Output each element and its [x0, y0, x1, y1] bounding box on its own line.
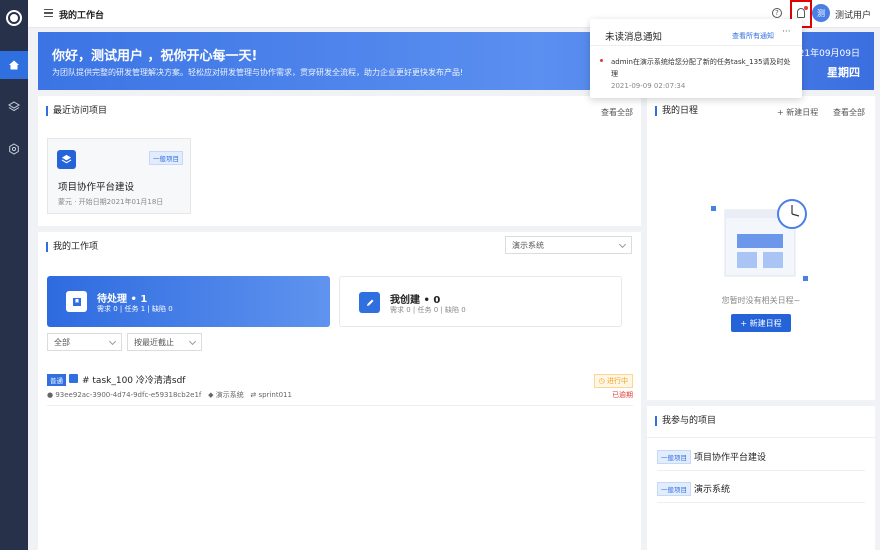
settings-icon[interactable]	[0, 135, 28, 163]
list-item[interactable]: 一般项目 演示系统	[657, 473, 865, 503]
project-layers-icon	[57, 150, 76, 169]
schedule-empty-text: 您暂时没有相关日程~	[721, 296, 801, 305]
view-all-notifications-link[interactable]: 查看所有通知	[732, 31, 774, 41]
joined-project-name: 演示系统	[694, 485, 731, 495]
divider	[647, 437, 875, 438]
schedule-view-all-link[interactable]: 查看全部	[833, 107, 865, 118]
empty-calendar-illustration	[711, 199, 808, 281]
notification-popover: 未读消息通知 查看所有通知 ··· admin在演示系统给您分配了新的任务tas…	[590, 19, 802, 98]
project-type-tag: 一般项目	[657, 450, 691, 464]
work-items-title: 我的工作项	[46, 242, 98, 252]
task-name[interactable]: # task_100 冷冷清清sdf	[82, 373, 185, 386]
unread-dot	[804, 6, 808, 10]
edit-icon	[359, 292, 380, 313]
divider	[590, 45, 802, 46]
notification-time: 2021-09-09 02:07:34	[611, 82, 686, 90]
project-card[interactable]: 一般项目 项目协作平台建设 蒙元 · 开始日期2021年01月18日	[47, 138, 191, 214]
recent-projects-card: 最近访问项目 查看全部 一般项目 项目协作平台建设 蒙元 · 开始日期2021年…	[38, 96, 641, 226]
joined-project-name: 项目协作平台建设	[694, 453, 767, 463]
project-icon: ◆	[208, 391, 214, 399]
status-filter[interactable]: 全部	[47, 333, 122, 351]
joined-projects-card: 我参与的项目 一般项目 项目协作平台建设 一般项目 演示系统	[647, 406, 875, 550]
home-icon[interactable]	[0, 51, 28, 79]
help-icon[interactable]: ?	[772, 8, 782, 18]
more-icon[interactable]: ···	[782, 27, 791, 37]
task-project: 演示系统	[215, 391, 244, 399]
greeting: 你好，测试用户 ，祝你开心每一天!	[52, 49, 258, 64]
list-item[interactable]: 一般项目 项目协作平台建设	[657, 441, 865, 471]
work-items-card: 我的工作项 演示系统 待处理 • 1 需求 0 | 任务 1 | 缺陷 0 我创…	[38, 232, 641, 550]
recent-projects-title: 最近访问项目	[46, 106, 107, 116]
project-type-tag: 一般项目	[657, 482, 691, 496]
project-select[interactable]: 演示系统	[505, 236, 632, 254]
status-label: 进行中	[607, 377, 628, 385]
todo-summary[interactable]: 待处理 • 1 需求 0 | 任务 1 | 缺陷 0	[47, 276, 330, 327]
priority-badge: 普通	[47, 374, 66, 386]
sprint-icon: ⇄	[250, 391, 257, 399]
layers-icon[interactable]	[0, 93, 28, 121]
todo-icon	[66, 291, 87, 312]
project-name: 项目协作平台建设	[58, 182, 135, 193]
joined-projects-title: 我参与的项目	[655, 416, 716, 426]
task-id: 93ee92ac-3900-4d74-9dfc-e59318cb2e1f	[55, 391, 202, 399]
task-meta: ● 93ee92ac-3900-4d74-9dfc-e59318cb2e1f ◆…	[47, 390, 292, 400]
new-schedule-button[interactable]: + 新建日程	[731, 314, 791, 332]
task-sprint: sprint011	[258, 391, 292, 399]
notification-message[interactable]: admin在演示系统给您分配了新的任务task_135请及时处理	[611, 56, 791, 80]
schedule-title: 我的日程	[655, 106, 698, 116]
menu-icon[interactable]	[44, 9, 53, 17]
unread-dot	[600, 59, 603, 62]
status-badge: ◷ 进行中	[593, 374, 633, 388]
created-summary[interactable]: 我创建 • 0 需求 0 | 任务 0 | 缺陷 0	[339, 276, 622, 327]
banner-weekday: 星期四	[827, 66, 860, 79]
avatar[interactable]: 测	[812, 4, 830, 22]
created-title: 我创建 • 0	[390, 295, 441, 306]
notification-title: 未读消息通知	[605, 32, 663, 43]
page-title: 我的工作台	[59, 11, 105, 21]
overdue-label: 已逾期	[612, 391, 633, 399]
project-type-tag: 一般项目	[149, 151, 183, 165]
table-row[interactable]: 普通 # task_100 冷冷清清sdf ◷ 进行中 ● 93ee92ac-3…	[47, 370, 633, 406]
todo-title: 待处理 • 1	[97, 294, 148, 305]
recent-view-all-link[interactable]: 查看全部	[601, 107, 633, 118]
todo-breakdown: 需求 0 | 任务 1 | 缺陷 0	[97, 305, 173, 313]
user-icon: ●	[47, 391, 54, 399]
sort-filter[interactable]: 按最近截止	[127, 333, 202, 351]
sidebar	[0, 0, 28, 550]
schedule-card: 我的日程 + 新建日程 查看全部 您暂时没有相关日程~ + 新建日程	[647, 96, 875, 400]
task-icon	[69, 374, 78, 383]
new-schedule-link[interactable]: + 新建日程	[777, 107, 818, 118]
created-breakdown: 需求 0 | 任务 0 | 缺陷 0	[390, 306, 466, 314]
project-meta: 蒙元 · 开始日期2021年01月18日	[58, 198, 164, 206]
banner-subtitle: 为团队提供完整的研发管理解决方案。轻松应对研发管理与协作需求，贯穿研发全流程，助…	[52, 68, 464, 77]
logo-icon[interactable]	[6, 10, 22, 26]
username[interactable]: 测试用户	[835, 8, 871, 21]
